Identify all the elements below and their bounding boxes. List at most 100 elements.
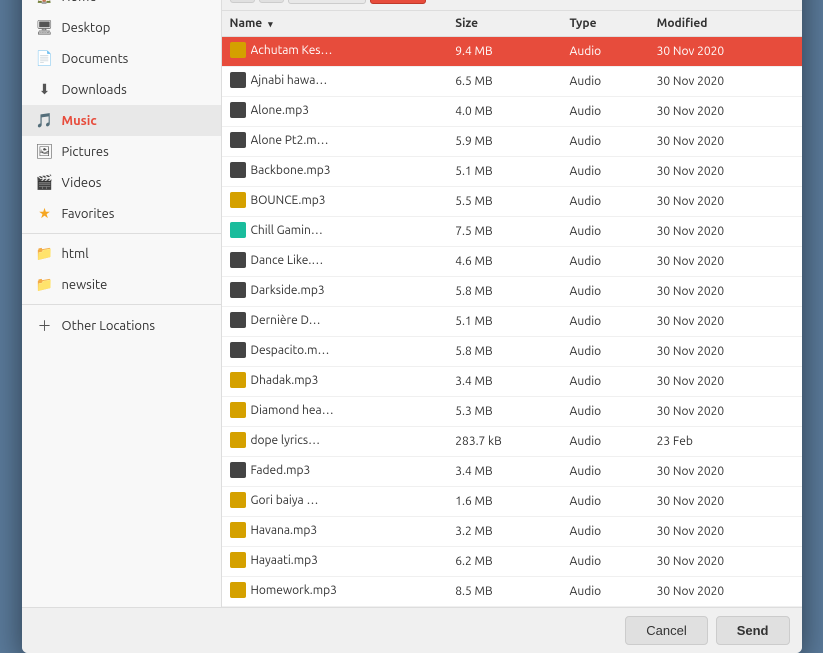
file-size: 5.9 MB: [447, 127, 561, 157]
sidebar-item-videos[interactable]: 🎬 Videos: [22, 167, 221, 198]
file-name: Alone Pt2.m…: [251, 134, 329, 147]
videos-icon: 🎬: [36, 174, 54, 191]
file-size: 8.5 MB: [447, 577, 561, 607]
sidebar-item-html[interactable]: 📁 html: [22, 238, 221, 269]
file-icon: [230, 552, 246, 568]
sidebar-divider: [22, 233, 221, 234]
sidebar-item-home[interactable]: 🏠 Home: [22, 0, 221, 12]
sidebar-item-favorites[interactable]: ★ Favorites: [22, 198, 221, 229]
file-name: Homework.mp3: [251, 584, 337, 597]
file-icon: [230, 432, 246, 448]
table-row[interactable]: Hayaati.mp3 6.2 MB Audio 30 Nov 2020: [222, 547, 802, 577]
table-row[interactable]: Dance Like.… 4.6 MB Audio 30 Nov 2020: [222, 247, 802, 277]
file-size: 4.6 MB: [447, 247, 561, 277]
table-row[interactable]: Ajnabi hawa… 6.5 MB Audio 30 Nov 2020: [222, 67, 802, 97]
table-row[interactable]: Achutam Kes… 9.4 MB Audio 30 Nov 2020: [222, 37, 802, 67]
file-name: Havana.mp3: [251, 524, 318, 537]
file-name: Faded.mp3: [251, 464, 311, 477]
cancel-button[interactable]: Cancel: [625, 616, 707, 645]
table-row[interactable]: Alone.mp3 4.0 MB Audio 30 Nov 2020: [222, 97, 802, 127]
file-icon: [230, 252, 246, 268]
table-row[interactable]: Gori baiya … 1.6 MB Audio 30 Nov 2020: [222, 487, 802, 517]
back-button[interactable]: ◀: [230, 0, 255, 3]
file-name-cell: Achutam Kes…: [222, 37, 448, 67]
table-row[interactable]: Diamond hea… 5.3 MB Audio 30 Nov 2020: [222, 397, 802, 427]
sidebar-item-downloads[interactable]: ⬇ Downloads: [22, 74, 221, 105]
file-table: Name ▾ Size Type Modified Achutam Kes…: [222, 11, 802, 607]
table-row[interactable]: Darkside.mp3 5.8 MB Audio 30 Nov 2020: [222, 277, 802, 307]
file-name-cell: Alone.mp3: [222, 97, 448, 127]
home-icon: 🏠: [36, 0, 54, 5]
file-size: 5.8 MB: [447, 277, 561, 307]
table-row[interactable]: Homework.mp3 8.5 MB Audio 30 Nov 2020: [222, 577, 802, 607]
file-name-cell: Darkside.mp3: [222, 277, 448, 307]
file-modified: 30 Nov 2020: [649, 457, 802, 487]
file-type: Audio: [562, 487, 649, 517]
file-type: Audio: [562, 457, 649, 487]
table-row[interactable]: dope lyrics… 283.7 kB Audio 23 Feb: [222, 427, 802, 457]
send-button[interactable]: Send: [716, 616, 790, 645]
file-name-cell: Dhadak.mp3: [222, 367, 448, 397]
col-modified[interactable]: Modified: [649, 11, 802, 37]
sidebar-item-newsite[interactable]: 📁 newsite: [22, 269, 221, 300]
file-type: Audio: [562, 307, 649, 337]
file-name-cell: Chill Gamin…: [222, 217, 448, 247]
favorites-icon: ★: [36, 205, 54, 222]
sidebar-item-html-label: html: [62, 247, 89, 261]
file-type: Audio: [562, 547, 649, 577]
folder-icon-newsite: 📁: [36, 276, 54, 293]
sidebar-item-pictures[interactable]: 🖼 Pictures: [22, 136, 221, 167]
pictures-icon: 🖼: [36, 143, 54, 160]
sidebar-item-home-label: Home: [62, 0, 97, 4]
file-type: Audio: [562, 277, 649, 307]
file-type: Audio: [562, 337, 649, 367]
file-modified: 30 Nov 2020: [649, 157, 802, 187]
file-modified: 30 Nov 2020: [649, 547, 802, 577]
table-row[interactable]: Chill Gamin… 7.5 MB Audio 30 Nov 2020: [222, 217, 802, 247]
file-modified: 30 Nov 2020: [649, 577, 802, 607]
table-row[interactable]: Dernière D… 5.1 MB Audio 30 Nov 2020: [222, 307, 802, 337]
file-name-cell: Homework.mp3: [222, 577, 448, 607]
file-icon: [230, 102, 246, 118]
breadcrumb-genex[interactable]: 🏠 genex: [288, 0, 366, 4]
file-modified: 23 Feb: [649, 427, 802, 457]
file-name: Hayaati.mp3: [251, 554, 318, 567]
col-type[interactable]: Type: [562, 11, 649, 37]
file-size: 6.2 MB: [447, 547, 561, 577]
table-row[interactable]: Faded.mp3 3.4 MB Audio 30 Nov 2020: [222, 457, 802, 487]
sidebar-item-videos-label: Videos: [62, 176, 102, 190]
file-modified: 30 Nov 2020: [649, 187, 802, 217]
file-type: Audio: [562, 247, 649, 277]
col-size[interactable]: Size: [447, 11, 561, 37]
file-name-cell: Gori baiya …: [222, 487, 448, 517]
table-row[interactable]: BOUNCE.mp3 5.5 MB Audio 30 Nov 2020: [222, 187, 802, 217]
table-row[interactable]: Alone Pt2.m… 5.9 MB Audio 30 Nov 2020: [222, 127, 802, 157]
sidebar-item-documents[interactable]: 📄 Documents: [22, 43, 221, 74]
sidebar-item-music[interactable]: 🎵 Music: [22, 105, 221, 136]
sidebar-item-desktop-label: Desktop: [62, 21, 111, 35]
downloads-icon: ⬇: [36, 81, 54, 98]
col-name[interactable]: Name ▾: [222, 11, 448, 37]
file-name: Diamond hea…: [251, 404, 334, 417]
file-size: 4.0 MB: [447, 97, 561, 127]
content-area: 🏠 Home 🖥 Desktop 📄 Documents ⬇ Downloads…: [22, 0, 802, 607]
file-type: Audio: [562, 37, 649, 67]
file-table-container: Name ▾ Size Type Modified Achutam Kes…: [222, 11, 802, 607]
table-row[interactable]: Backbone.mp3 5.1 MB Audio 30 Nov 2020: [222, 157, 802, 187]
sidebar: 🏠 Home 🖥 Desktop 📄 Documents ⬇ Downloads…: [22, 0, 222, 607]
file-name-cell: BOUNCE.mp3: [222, 187, 448, 217]
file-size: 5.1 MB: [447, 307, 561, 337]
table-row[interactable]: Despacito.m… 5.8 MB Audio 30 Nov 2020: [222, 337, 802, 367]
music-icon: 🎵: [36, 112, 54, 129]
file-icon: [230, 462, 246, 478]
table-row[interactable]: Havana.mp3 3.2 MB Audio 30 Nov 2020: [222, 517, 802, 547]
table-row[interactable]: Dhadak.mp3 3.4 MB Audio 30 Nov 2020: [222, 367, 802, 397]
file-name-cell: Dance Like.…: [222, 247, 448, 277]
sidebar-item-other-locations[interactable]: ＋ Other Locations: [22, 309, 221, 343]
sidebar-item-desktop[interactable]: 🖥 Desktop: [22, 12, 221, 43]
file-type: Audio: [562, 427, 649, 457]
file-name-cell: Hayaati.mp3: [222, 547, 448, 577]
file-name: Alone.mp3: [251, 104, 310, 117]
breadcrumb-music[interactable]: Music: [370, 0, 426, 4]
forward-button[interactable]: ▶: [259, 0, 284, 3]
